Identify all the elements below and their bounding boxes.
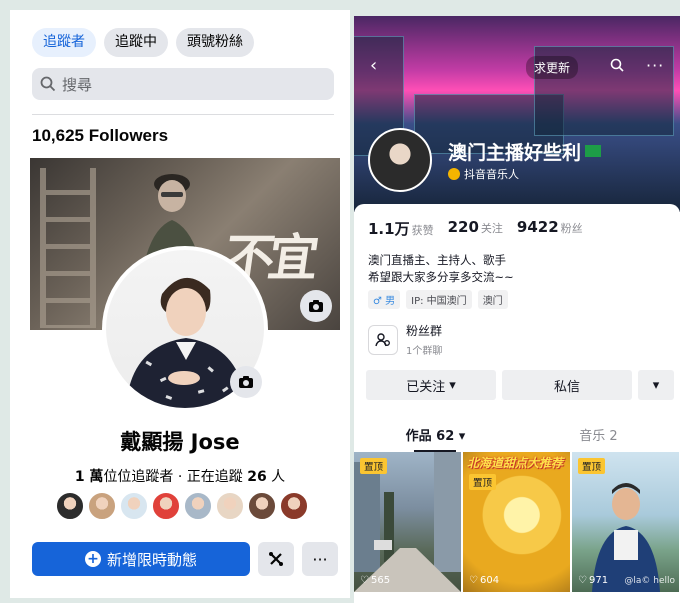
friend-avatar[interactable] — [216, 492, 244, 520]
stat-label: 关注 — [480, 222, 503, 235]
bio-line: 希望跟大家多分享多交流~~ — [368, 270, 514, 284]
friend-avatars — [56, 492, 308, 520]
friend-avatar[interactable] — [120, 492, 148, 520]
fans-group[interactable]: 粉丝群 1个群聊 — [368, 322, 442, 357]
profile-avatar[interactable] — [368, 128, 432, 192]
cover-camera-button[interactable] — [300, 290, 332, 322]
stat-likes[interactable]: 1.1万 获赞 — [368, 218, 434, 239]
profile-name: 戴顯揚 Jose — [120, 430, 240, 454]
pinned-badge: 置顶 — [469, 474, 497, 490]
search-placeholder: 搜尋 — [62, 75, 93, 94]
gender-badge: ♂ 男 — [368, 290, 401, 309]
divider — [32, 114, 334, 115]
more-button[interactable]: ··· — [302, 542, 338, 576]
friend-avatar[interactable] — [280, 492, 308, 520]
stat-label: 粉丝 — [560, 222, 583, 235]
tab-works[interactable]: 作品 62 ▾ — [354, 422, 517, 452]
video-title-overlay: 北海道甜点大推荐 — [467, 456, 564, 470]
search-icon[interactable] — [610, 58, 624, 72]
search-icon — [40, 76, 56, 92]
profile-name-text: 澳门主播好些利 — [448, 142, 582, 164]
stat-value: 1.1万 — [368, 220, 410, 238]
pinned-badge: 置顶 — [578, 458, 606, 474]
stat-fans[interactable]: 9422 粉丝 — [517, 218, 583, 239]
pinned-badge: 置顶 — [360, 458, 388, 474]
followed-button[interactable]: 已关注 ▾ — [366, 370, 496, 400]
camera-icon — [239, 376, 253, 388]
chip-following[interactable]: 追蹤中 — [104, 28, 168, 57]
like-count: ♡ 565 — [360, 575, 391, 586]
dropdown-icon: ▾ — [449, 377, 456, 393]
friend-avatar[interactable] — [152, 492, 180, 520]
group-icon — [368, 324, 398, 355]
douyin-profile-panel: ‹ 求更新 ··· 澳门主播好些利 抖音音乐人 1.1万 获赞 220 关注 942… — [354, 16, 680, 603]
like-value: 604 — [479, 575, 500, 586]
profile-stats: 1.1万 获赞 220 关注 9422 粉丝 — [368, 218, 583, 239]
top-nav: ‹ 求更新 ··· — [354, 56, 680, 80]
profile-badges: ♂ 男 IP: 中国澳门 澳门 — [368, 290, 508, 309]
friend-avatar[interactable] — [88, 492, 116, 520]
video-tile[interactable]: 北海道甜点大推荐 置顶 ♡ 604 — [463, 452, 570, 592]
tools-button[interactable] — [258, 542, 294, 576]
followers-count-title: 10,625 Followers — [32, 126, 169, 145]
ip-badge: IP: 中国澳门 — [406, 290, 472, 309]
followers-count: 1 萬 — [74, 469, 104, 485]
filter-chips: 追蹤者 追蹤中 頭號粉絲 — [32, 28, 254, 57]
location-badge[interactable]: 澳门 — [477, 290, 508, 309]
camera-icon — [309, 300, 323, 312]
message-button[interactable]: 私信 — [502, 370, 632, 400]
like-count: ♡ 604 — [469, 575, 500, 586]
like-count: ♡ 971 — [578, 575, 609, 586]
friend-avatar[interactable] — [184, 492, 212, 520]
cover-ladder — [40, 168, 96, 328]
profile-banner: ‹ 求更新 ··· 澳门主播好些利 抖音音乐人 — [354, 16, 680, 212]
profile-avatar[interactable] — [102, 246, 268, 412]
macau-flag-icon — [585, 145, 602, 157]
request-update-button[interactable]: 求更新 — [526, 56, 579, 79]
like-value: 971 — [588, 575, 609, 586]
tab-works-label: 作品 62 — [405, 429, 455, 444]
friend-avatar[interactable] — [56, 492, 84, 520]
fans-group-title: 粉丝群 — [406, 324, 443, 338]
stats-separator: · 正在追蹤 — [173, 469, 248, 485]
friend-avatar[interactable] — [248, 492, 276, 520]
back-button[interactable]: ‹ — [370, 56, 377, 76]
followers-panel: 追蹤者 追蹤中 頭號粉絲 搜尋 10,625 Followers 不宜遲 戴顯揚… — [10, 10, 350, 598]
plus-icon: + — [84, 551, 101, 567]
search-input[interactable]: 搜尋 — [32, 68, 334, 100]
chip-top-fans[interactable]: 頭號粉絲 — [176, 28, 254, 57]
stat-value: 9422 — [516, 218, 559, 236]
video-tile[interactable]: 置顶 ♡ 565 — [354, 452, 461, 592]
bio: 澳门直播主、主持人、歌手 希望跟大家多分享多交流~~ — [368, 252, 514, 286]
tools-icon — [269, 552, 283, 566]
more-dropdown-button[interactable]: ▾ — [638, 370, 674, 400]
followers-label: 位位追蹤者 — [103, 469, 174, 485]
like-value: 565 — [370, 575, 391, 586]
musician-tag-label: 抖音音乐人 — [464, 168, 519, 181]
bio-line: 澳门直播主、主持人、歌手 — [368, 253, 506, 267]
video-watermark: @la© hello — [624, 576, 675, 586]
content-tabs: 作品 62 ▾ 音乐 2 — [354, 422, 680, 452]
video-grid: 置顶 ♡ 565 北海道甜点大推荐 置顶 ♡ 604 置顶 ♡ 971 @la©… — [354, 452, 680, 592]
verified-icon — [448, 168, 460, 180]
more-menu-button[interactable]: ··· — [646, 56, 664, 75]
action-row: 已关注 ▾ 私信 ▾ — [366, 370, 674, 400]
profile-card: 1.1万 获赞 220 关注 9422 粉丝 澳门直播主、主持人、歌手 希望跟大家多分… — [354, 204, 680, 603]
video-tile[interactable]: 置顶 ♡ 971 @la© hello — [572, 452, 679, 592]
fans-group-subtitle: 1个群聊 — [406, 346, 443, 357]
following-unit: 人 — [266, 469, 286, 485]
stat-value: 220 — [447, 218, 479, 236]
follow-stats: 1 萬位位追蹤者 · 正在追蹤 26 人 — [10, 466, 350, 486]
tab-music[interactable]: 音乐 2 — [517, 422, 680, 452]
musician-tag: 抖音音乐人 — [448, 166, 519, 182]
add-story-label: 新增限時動態 — [106, 550, 197, 569]
stat-following[interactable]: 220 关注 — [448, 218, 503, 239]
avatar-camera-button[interactable] — [230, 366, 262, 398]
chip-followers[interactable]: 追蹤者 — [32, 28, 96, 57]
following-count: 26 — [247, 469, 267, 485]
add-story-button[interactable]: + 新增限時動態 — [32, 542, 250, 576]
stat-label: 获赞 — [411, 224, 434, 237]
followed-label: 已关注 — [406, 379, 446, 395]
profile-name: 澳门主播好些利 — [448, 138, 602, 165]
